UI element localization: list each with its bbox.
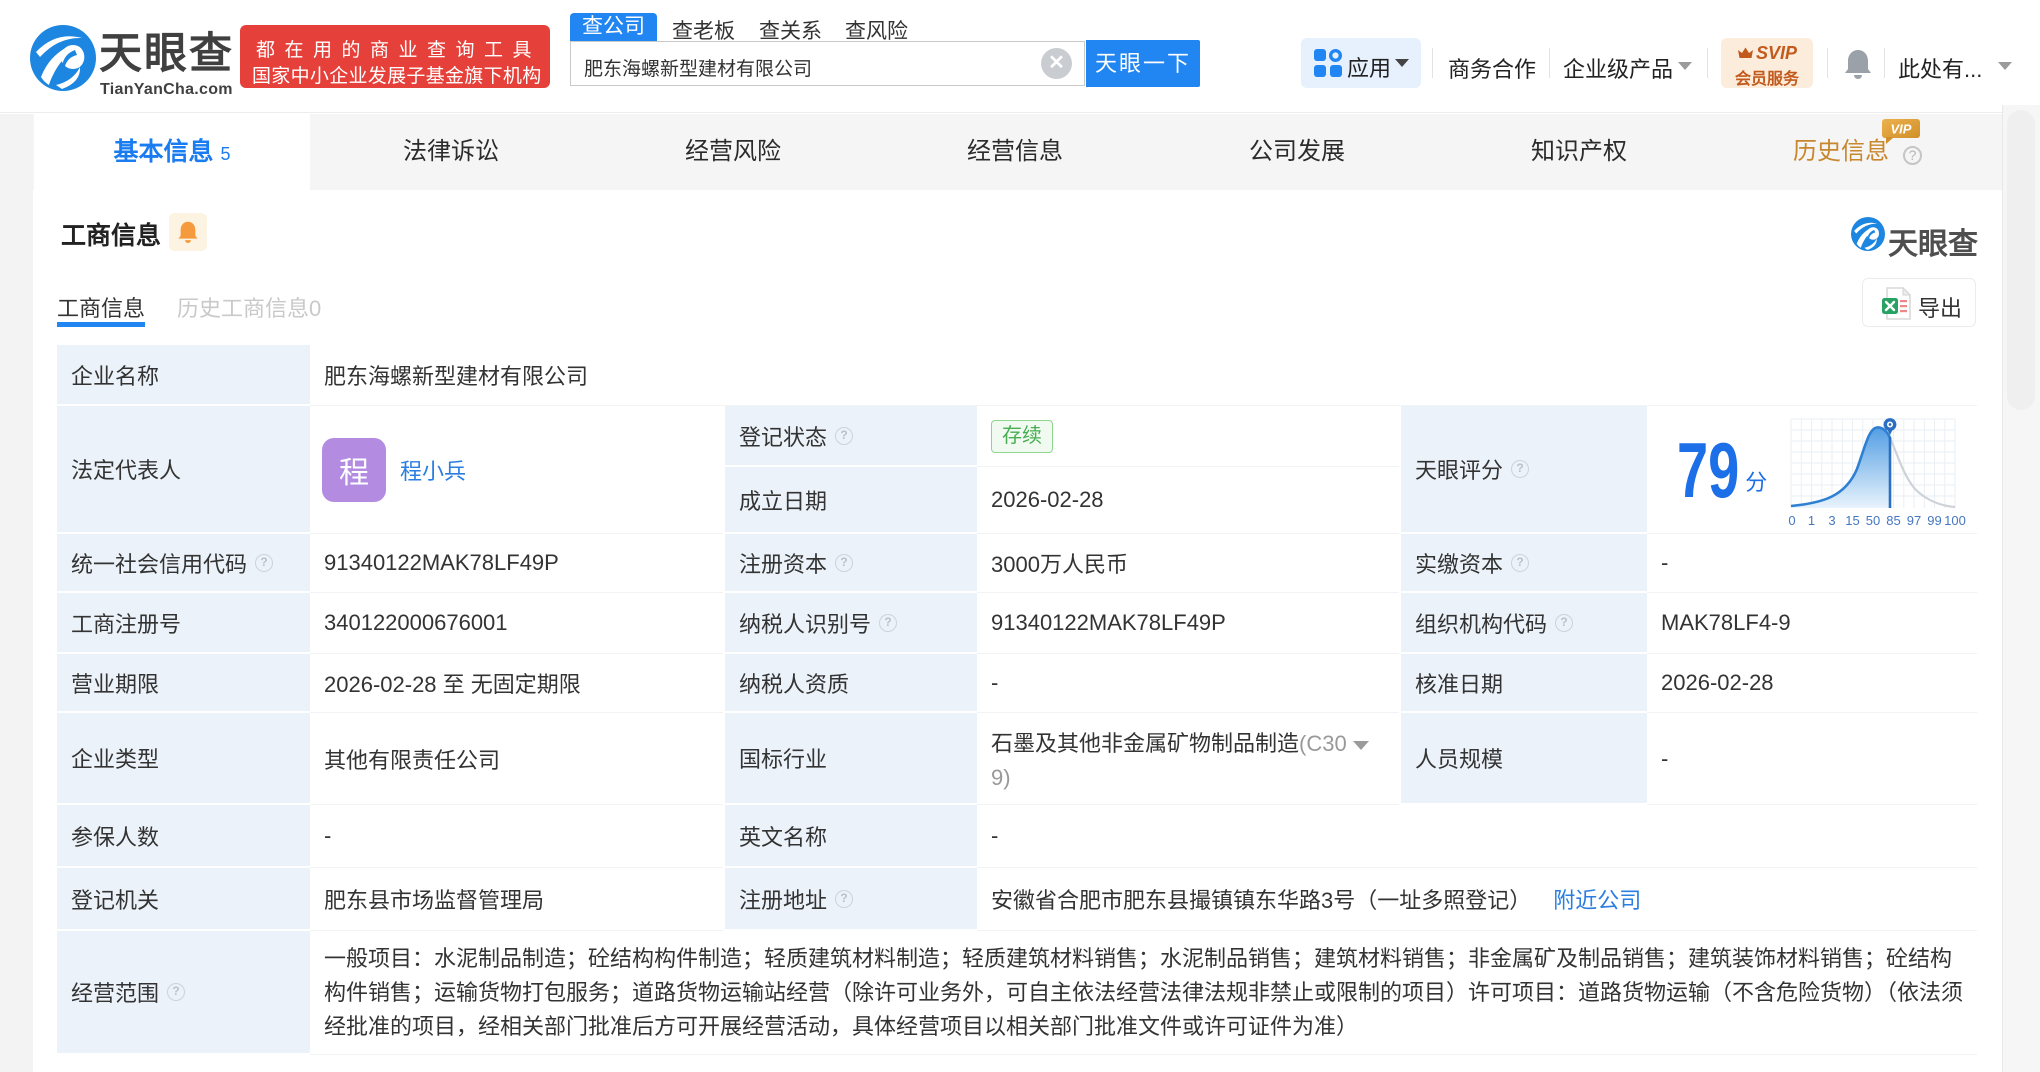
svg-text:50: 50 — [1866, 513, 1880, 528]
svg-text:15: 15 — [1845, 513, 1859, 528]
svg-text:97: 97 — [1907, 513, 1921, 528]
svg-text:100: 100 — [1944, 513, 1966, 528]
svg-text:1: 1 — [1808, 513, 1815, 528]
svg-text:0: 0 — [1788, 513, 1795, 528]
svg-text:VIP: VIP — [1891, 122, 1912, 137]
svg-text:99: 99 — [1927, 513, 1941, 528]
svg-text:85: 85 — [1886, 513, 1900, 528]
svg-text:3: 3 — [1828, 513, 1835, 528]
